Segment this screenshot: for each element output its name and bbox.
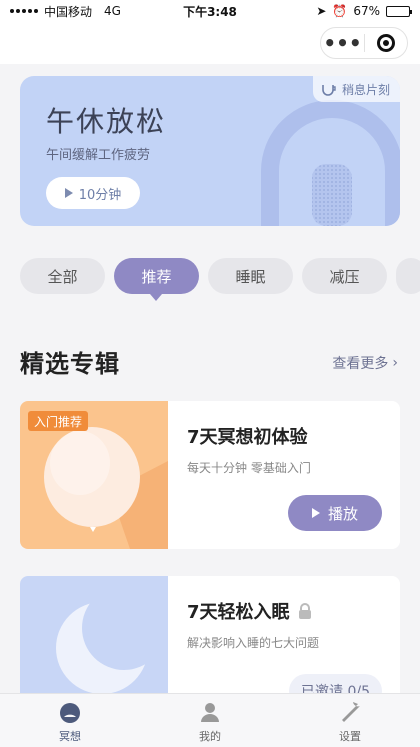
target-icon [376, 34, 395, 52]
play-icon [311, 508, 320, 518]
category-tabs: 全部 推荐 睡眠 减压 [20, 258, 420, 301]
album-description: 每天十分钟 零基础入门 [187, 461, 311, 475]
tab-profile[interactable]: 我的 [140, 694, 280, 747]
duration-play-button[interactable]: 10分钟 [46, 177, 140, 209]
featured-subtitle: 午间缓解工作疲劳 [46, 148, 151, 163]
album-cover [20, 576, 168, 706]
capsule-menu: ••• [320, 27, 408, 59]
cup-icon [322, 85, 336, 96]
album-title-text: 7天冥想初体验 [187, 427, 308, 448]
album-card[interactable]: 入门推荐 7天冥想初体验 每天十分钟 零基础入门 播放 [20, 401, 400, 549]
tab-recommended[interactable]: 推荐 [114, 258, 199, 301]
tab-meditation[interactable]: 冥想 [0, 694, 140, 747]
tab-more-partial[interactable] [396, 258, 420, 294]
tab-all[interactable]: 全部 [20, 258, 105, 294]
tab-label: 设置 [339, 730, 361, 743]
section-title: 精选专辑 [20, 350, 120, 378]
album-card[interactable]: 7天轻松入眠 解决影响入睡的七大问题 已邀请 0/5 [20, 576, 400, 706]
more-options-icon[interactable]: ••• [321, 28, 364, 58]
badge-label: 稍息片刻 [341, 82, 390, 97]
signal-icon [10, 9, 38, 13]
battery-percent: 67% [353, 4, 380, 18]
play-label: 播放 [327, 504, 358, 523]
alarm-icon: ⏰ [332, 4, 348, 18]
tab-stress-relief[interactable]: 减压 [302, 258, 387, 294]
carrier-label: 中国移动 [44, 4, 93, 19]
meditation-icon [60, 703, 80, 723]
play-button[interactable]: 播放 [288, 495, 382, 531]
album-description: 解决影响入睡的七大问题 [187, 636, 320, 650]
network-label: 4G [104, 4, 121, 18]
location-icon: ➤ [316, 4, 327, 18]
moon-illustration [20, 576, 168, 706]
profile-icon [201, 703, 219, 722]
featured-card[interactable]: 午休放松 午间缓解工作疲劳 10分钟 稍息片刻 [20, 76, 400, 226]
lock-icon [298, 603, 311, 619]
bottom-tab-bar: 冥想 我的 设置 [0, 693, 420, 747]
see-more-label: 查看更多 [332, 356, 389, 372]
tab-settings[interactable]: 设置 [280, 694, 420, 747]
collection-badge: 稍息片刻 [312, 76, 400, 102]
play-icon [64, 188, 73, 198]
see-more-link[interactable]: 查看更多 › [332, 353, 398, 373]
album-title-text: 7天轻松入眠 [187, 602, 290, 623]
duration-label: 10分钟 [78, 187, 122, 203]
featured-title: 午休放松 [46, 105, 167, 138]
status-bar: 中国移动 4G 下午3:48 ➤ ⏰ 67% [0, 0, 420, 22]
album-cover: 入门推荐 [20, 401, 168, 549]
battery-icon [386, 5, 412, 17]
album-tag: 入门推荐 [28, 411, 89, 431]
navigation-bar: ••• [0, 22, 420, 64]
tab-label: 冥想 [59, 730, 81, 743]
tab-sleep[interactable]: 睡眠 [208, 258, 293, 294]
chevron-right-icon: › [392, 355, 398, 371]
album-title: 7天轻松入眠 [187, 598, 312, 624]
tab-label: 我的 [199, 730, 221, 743]
album-title: 7天冥想初体验 [187, 423, 308, 449]
wrench-icon [342, 702, 360, 722]
close-mini-program-button[interactable] [365, 34, 407, 52]
